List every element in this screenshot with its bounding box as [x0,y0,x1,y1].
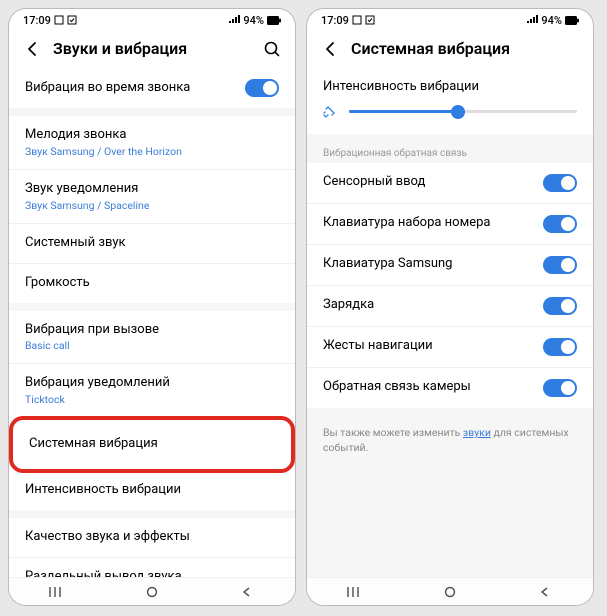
row-sound-quality[interactable]: Качество звука и эффекты [9,518,295,558]
label: Мелодия звонка [25,127,279,144]
signal-icon [228,15,240,25]
home-button[interactable] [441,585,459,599]
toggle[interactable] [543,215,577,233]
content: Интенсивность вибрации Вибрационная обра… [307,68,593,577]
status-icon [54,15,64,25]
toggle[interactable] [543,338,577,356]
back-icon[interactable] [321,40,339,58]
label: Вибрация при вызове [25,322,279,339]
row-intensity[interactable]: Интенсивность вибрации [307,68,593,134]
row-nav-gestures[interactable]: Жесты навигации [307,327,593,368]
battery-pct: 94% [243,14,264,27]
battery-icon [267,16,281,25]
row-samsung-keyboard[interactable]: Клавиатура Samsung [307,245,593,286]
label: Системный звук [25,235,279,252]
toggle[interactable] [543,297,577,315]
sublabel: Звук Samsung / Spaceline [25,199,279,212]
sublabel: Звук Samsung / Over the Horizon [25,145,279,158]
recents-button[interactable] [346,585,364,599]
status-time: 17:09 [23,14,51,27]
note-text: Вы также можете изменить [323,426,463,439]
row-dialpad[interactable]: Клавиатура набора номера [307,204,593,245]
row-camera-feedback[interactable]: Обратная связь камеры [307,368,593,408]
label: Раздельный вывод звука [25,569,279,577]
label: Сенсорный ввод [323,174,543,191]
row-notif-vibration[interactable]: Вибрация уведомлений Ticktock [9,364,295,418]
sounds-link[interactable]: звуки [463,426,491,439]
label: Интенсивность вибрации [323,79,577,96]
row-volume[interactable]: Громкость [9,264,295,303]
row-separate-sound[interactable]: Раздельный вывод звука Воспроизведение з… [9,558,295,577]
vibration-icon [323,104,339,120]
label: Громкость [25,275,279,292]
status-bar: 17:09 94% [9,9,295,31]
header: Звуки и вибрация [9,31,295,68]
label: Системная вибрация [29,436,275,453]
battery-icon [565,16,579,25]
row-vibrate-on-ring[interactable]: Вибрация во время звонка [9,68,295,108]
row-call-vibration[interactable]: Вибрация при вызове Basic call [9,311,295,365]
phone-right: 17:09 94% Системная вибрация Интенсивнос… [306,8,594,606]
back-icon[interactable] [23,40,41,58]
navbar [307,577,593,605]
label: Обратная связь камеры [323,379,543,396]
toggle[interactable] [543,256,577,274]
label: Клавиатура Samsung [323,256,543,273]
status-bar: 17:09 94% [307,9,593,31]
content: Вибрация во время звонка Мелодия звонка … [9,68,295,577]
label: Вибрация во время звонка [25,80,245,97]
page-title: Системная вибрация [351,39,579,58]
home-button[interactable] [143,585,161,599]
label: Звук уведомления [25,181,279,198]
sublabel: Ticktock [25,393,279,406]
row-system-sound[interactable]: Системный звук [9,224,295,264]
status-icon [365,15,375,25]
footer-note: Вы также можете изменить звуки для систе… [307,416,593,465]
label: Зарядка [323,297,543,314]
label: Интенсивность вибрации [25,482,279,499]
label: Клавиатура набора номера [323,215,543,232]
sublabel: Basic call [25,339,279,352]
signal-icon [526,15,538,25]
row-system-vibration[interactable]: Системная вибрация [9,416,295,473]
label: Вибрация уведомлений [25,375,279,392]
page-title: Звуки и вибрация [53,39,251,58]
navbar [9,577,295,605]
battery-pct: 94% [541,14,562,27]
row-vibration-intensity[interactable]: Интенсивность вибрации [9,471,295,510]
label: Жесты навигации [323,338,543,355]
row-charging[interactable]: Зарядка [307,286,593,327]
toggle[interactable] [543,174,577,192]
row-notification-sound[interactable]: Звук уведомления Звук Samsung / Spacelin… [9,170,295,224]
recents-button[interactable] [48,585,66,599]
status-time: 17:09 [321,14,349,27]
back-button[interactable] [238,585,256,599]
toggle[interactable] [245,79,279,97]
header: Системная вибрация [307,31,593,68]
row-touch-input[interactable]: Сенсорный ввод [307,163,593,204]
toggle[interactable] [543,379,577,397]
status-icon [67,15,77,25]
row-ringtone[interactable]: Мелодия звонка Звук Samsung / Over the H… [9,116,295,170]
intensity-slider[interactable] [349,110,577,113]
search-icon[interactable] [263,40,281,58]
label: Качество звука и эффекты [25,529,279,546]
status-icon [352,15,362,25]
back-button[interactable] [536,585,554,599]
phone-left: 17:09 94% Звуки и вибрация Вибрация во в… [8,8,296,606]
section-label: Вибрационная обратная связь [307,142,593,163]
